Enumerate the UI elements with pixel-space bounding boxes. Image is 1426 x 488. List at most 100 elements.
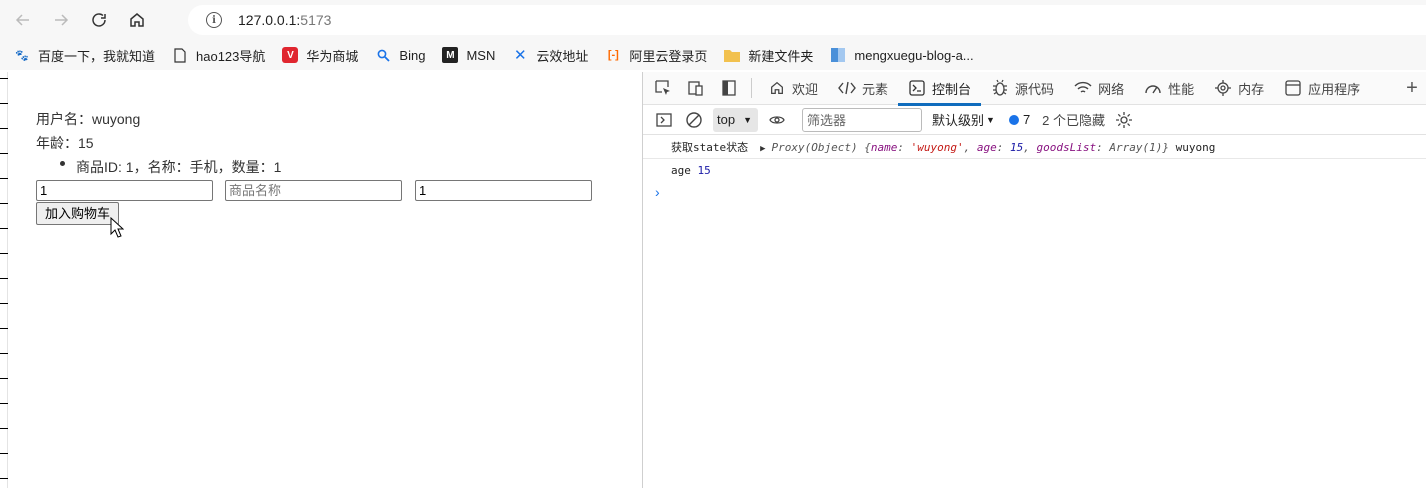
issues-icon bbox=[1008, 114, 1019, 125]
bookmark-label: hao123导航 bbox=[196, 48, 266, 64]
proxy-object[interactable]: ▶ Proxy(Object) {name: 'wuyong', age: 15,… bbox=[760, 141, 1169, 154]
console-toolbar: top ▼ 筛选器 默认级别 ▼ 7 2 个已隐藏 bbox=[643, 105, 1426, 135]
console-settings-gear-icon[interactable] bbox=[1113, 109, 1135, 131]
log-level-selector[interactable]: 默认级别 ▼ bbox=[932, 110, 995, 129]
bookmark-label: 云效地址 bbox=[536, 48, 589, 64]
console-prompt-chevron-icon[interactable]: › bbox=[643, 182, 1426, 202]
tab-performance[interactable]: 性能 bbox=[1134, 72, 1204, 105]
tab-label: 控制台 bbox=[932, 81, 972, 97]
page-viewport: 用户名：wuyong 年龄：15 商品ID: 1，名称：手机，数量：1 加入购物… bbox=[0, 72, 642, 488]
bookmark-label: Bing bbox=[399, 47, 426, 63]
baidu-icon: 🐾 bbox=[15, 49, 29, 62]
context-selector[interactable]: top ▼ bbox=[713, 107, 758, 132]
console-output: 获取state状态 ▶ Proxy(Object) {name: 'wuyong'… bbox=[643, 136, 1426, 202]
bookmark-label: 阿里云登录页 bbox=[629, 48, 708, 64]
bookmark-label: mengxuegu-blog-a... bbox=[854, 47, 974, 63]
forward-arrow-icon bbox=[55, 14, 69, 26]
clear-console-icon[interactable] bbox=[683, 109, 705, 131]
tab-label: 性能 bbox=[1168, 81, 1195, 97]
site-info-icon[interactable]: i bbox=[206, 12, 222, 28]
tab-label: 欢迎 bbox=[792, 81, 819, 97]
issues-counter[interactable]: 7 bbox=[1008, 112, 1031, 127]
log-label: age bbox=[671, 164, 691, 177]
bookmark-mengxuegu[interactable]: mengxuegu-blog-a... bbox=[830, 47, 974, 63]
address-port: 5173 bbox=[300, 12, 332, 28]
bookmark-aliyun[interactable]: [-] 阿里云登录页 bbox=[605, 46, 708, 65]
tab-welcome[interactable]: 欢迎 bbox=[758, 72, 828, 105]
address-bar[interactable]: i 127.0.0.1: 5173 bbox=[188, 5, 1426, 35]
back-arrow-icon bbox=[15, 14, 29, 26]
device-emulation-icon[interactable] bbox=[679, 72, 712, 105]
tab-label: 网络 bbox=[1098, 81, 1125, 97]
console-message: age 15 bbox=[643, 159, 1426, 182]
back-button[interactable] bbox=[8, 5, 38, 35]
dock-side-icon[interactable] bbox=[712, 72, 745, 105]
sidebar-toggle-icon[interactable] bbox=[653, 109, 675, 131]
tab-label: 应用程序 bbox=[1308, 81, 1361, 97]
goods-id-input[interactable] bbox=[36, 180, 213, 201]
browser-toolbar: i 127.0.0.1: 5173 bbox=[0, 0, 1426, 40]
tab-network[interactable]: 网络 bbox=[1064, 72, 1134, 105]
log-value: 15 bbox=[697, 164, 711, 177]
bookmark-msn[interactable]: M MSN bbox=[442, 47, 495, 63]
log-tail: wuyong bbox=[1175, 140, 1216, 154]
bookmark-baidu[interactable]: 🐾 百度一下，我就知道 bbox=[14, 46, 155, 65]
console-filter-input[interactable]: 筛选器 bbox=[802, 107, 922, 132]
refresh-button[interactable] bbox=[84, 5, 114, 35]
console-icon bbox=[908, 79, 926, 97]
add-to-cart-button[interactable]: 加入购物车 bbox=[36, 202, 119, 225]
bookmark-label: MSN bbox=[466, 47, 496, 63]
left-ruler bbox=[0, 72, 8, 488]
tab-sources[interactable]: 源代码 bbox=[981, 72, 1064, 105]
console-message: 获取state状态 ▶ Proxy(Object) {name: 'wuyong'… bbox=[643, 136, 1426, 159]
home-icon bbox=[768, 79, 786, 97]
issues-count: 7 bbox=[1022, 112, 1031, 127]
tab-console[interactable]: 控制台 bbox=[898, 72, 982, 106]
live-expression-eye-icon[interactable] bbox=[766, 109, 788, 131]
forward-button[interactable] bbox=[46, 5, 76, 35]
context-value: top bbox=[717, 112, 736, 127]
username-text: 用户名：wuyong bbox=[36, 111, 141, 127]
performance-icon bbox=[1144, 79, 1162, 97]
mouse-cursor-icon bbox=[110, 217, 124, 238]
tab-elements[interactable]: 元素 bbox=[828, 72, 898, 105]
add-tab-icon[interactable]: + bbox=[1397, 77, 1426, 100]
app-window-icon bbox=[1284, 79, 1302, 97]
folder-icon bbox=[724, 47, 741, 63]
refresh-icon bbox=[92, 13, 106, 27]
tab-label: 源代码 bbox=[1015, 81, 1055, 97]
dropdown-caret-icon: ▼ bbox=[743, 114, 752, 125]
age-text: 年龄：15 bbox=[36, 135, 94, 151]
log-label: 获取state状态 bbox=[671, 141, 749, 154]
tab-application[interactable]: 应用程序 bbox=[1274, 72, 1370, 105]
goods-list-item: 商品ID: 1，名称：手机，数量：1 bbox=[76, 159, 282, 175]
bookmarks-bar: 🐾 百度一下，我就知道 hao123导航 V 华为商城 Bing M MSN ✕… bbox=[0, 40, 1426, 70]
aliyun-icon: [-] bbox=[607, 49, 619, 61]
huawei-icon: V bbox=[282, 47, 299, 63]
bookmark-folder[interactable]: 新建文件夹 bbox=[724, 46, 813, 65]
tab-label: 内存 bbox=[1238, 81, 1265, 97]
bookmark-hao123[interactable]: hao123导航 bbox=[172, 46, 265, 65]
dropdown-caret-icon: ▼ bbox=[986, 114, 995, 125]
home-icon bbox=[130, 13, 144, 27]
code-icon bbox=[838, 79, 856, 97]
wifi-icon bbox=[1074, 79, 1092, 97]
hidden-messages-count: 2 个已隐藏 bbox=[1042, 113, 1106, 128]
msn-icon: M bbox=[442, 47, 459, 63]
bug-icon bbox=[991, 79, 1009, 97]
page-icon bbox=[172, 47, 188, 63]
app-icon bbox=[830, 47, 846, 63]
goods-quantity-input[interactable] bbox=[415, 180, 592, 201]
expand-triangle-icon[interactable]: ▶ bbox=[760, 144, 765, 154]
bookmark-yunxiao[interactable]: ✕ 云效地址 bbox=[512, 46, 588, 65]
list-bullet bbox=[60, 161, 65, 166]
bookmark-label: 新建文件夹 bbox=[748, 48, 814, 64]
tab-memory[interactable]: 内存 bbox=[1204, 72, 1274, 105]
devtools-tab-bar: 欢迎 元素 控制台 源代码 网络 性能 内存 应用程序 + bbox=[643, 72, 1426, 106]
bookmark-huawei[interactable]: V 华为商城 bbox=[282, 46, 358, 65]
home-button[interactable] bbox=[122, 5, 152, 35]
inspect-element-icon[interactable] bbox=[646, 72, 679, 105]
memory-chip-icon bbox=[1214, 79, 1232, 97]
bookmark-bing[interactable]: Bing bbox=[375, 47, 425, 63]
goods-name-input[interactable] bbox=[225, 180, 402, 201]
